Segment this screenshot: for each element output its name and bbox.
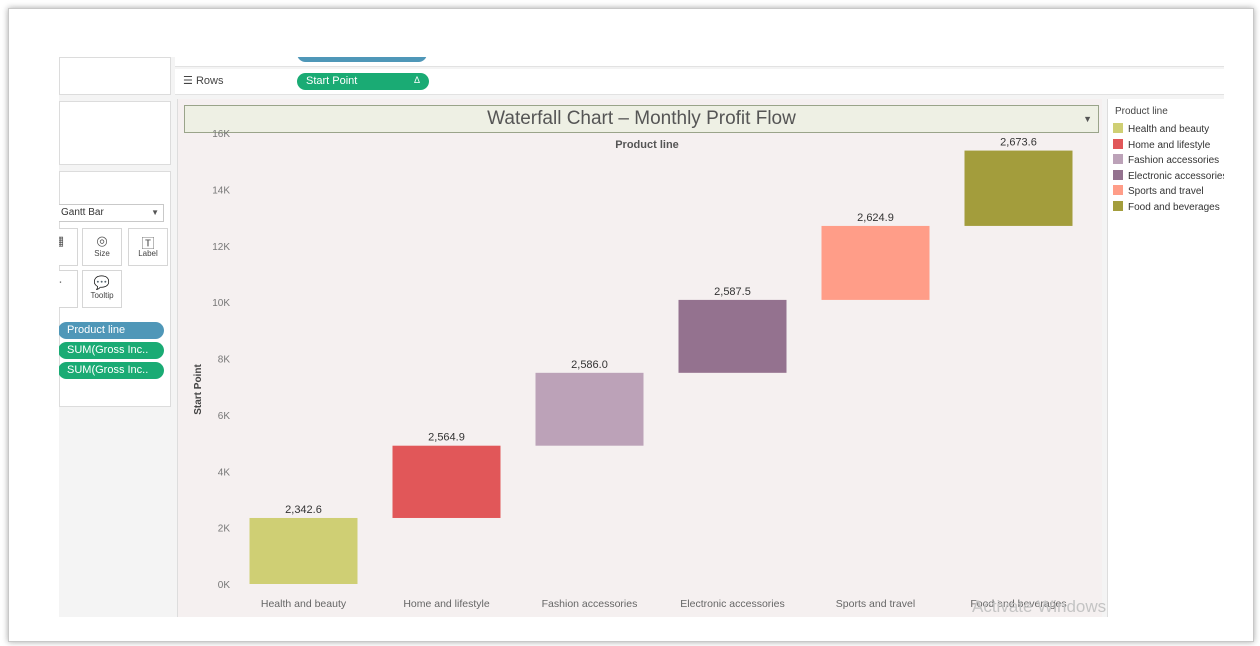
- y-tick-label: 14K: [212, 185, 230, 196]
- bar-value-label: 2,587.5: [714, 286, 751, 298]
- delta-icon: Δ: [413, 75, 420, 85]
- label-button[interactable]: 🅃 Label: [128, 228, 168, 266]
- legend-swatch: [1113, 169, 1123, 180]
- bar-value-label: 2,564.9: [428, 432, 465, 444]
- bar-value-label: 2,624.9: [857, 212, 894, 224]
- columns-shelf[interactable]: [175, 57, 1224, 67]
- legend-item[interactable]: Health and beauty: [1113, 123, 1209, 137]
- y-tick-label: 2K: [218, 524, 231, 535]
- legend-title: Product line: [1115, 106, 1168, 117]
- filters-panel: [59, 101, 171, 165]
- color-button[interactable]: ▦: [59, 228, 78, 266]
- mark-type-value: Gantt Bar: [61, 207, 104, 218]
- y-tick-label: 10K: [212, 298, 230, 309]
- y-tick-label: 8K: [218, 355, 231, 366]
- marks-pill-gross-income-1[interactable]: SUM(Gross Inc..: [59, 342, 164, 359]
- screenshot-frame: Gantt Bar ▼ ▦ ◎ Size 🅃 Label ⁘ 💬 Tooltip: [8, 8, 1254, 642]
- legend-swatch: [1113, 185, 1123, 195]
- legend-item-label: Health and beauty: [1128, 124, 1210, 135]
- label-label: Label: [138, 249, 158, 258]
- legend-item[interactable]: Home and lifestyle: [1113, 138, 1211, 153]
- column-header: Product line: [615, 139, 679, 151]
- color-icon: ▦: [59, 233, 77, 249]
- legend-swatch: [1113, 123, 1123, 133]
- rows-shelf-label: ☰ Rows: [183, 75, 224, 87]
- label-icon: 🅃: [141, 236, 155, 251]
- chevron-down-icon: ▼: [151, 208, 159, 217]
- tooltip-label: Tooltip: [90, 291, 114, 300]
- legend-item-label: Fashion accessories: [1128, 155, 1220, 166]
- y-tick-label: 16K: [212, 129, 230, 140]
- waterfall-bar: [535, 372, 644, 446]
- color-legend: Product line Health and beauty Home and l…: [1107, 99, 1224, 617]
- waterfall-bar: [392, 445, 501, 518]
- x-category-label: Fashion accessories: [542, 598, 638, 610]
- legend-item[interactable]: Food and beverages: [1113, 200, 1220, 215]
- bar-value-label: 2,586.0: [571, 359, 608, 371]
- marks-panel: Gantt Bar ▼ ▦ ◎ Size 🅃 Label ⁘ 💬 Tooltip: [59, 171, 171, 407]
- y-axis-label: Start Point: [193, 364, 204, 415]
- activate-windows-watermark: Activate Windows: [972, 597, 1107, 616]
- marks-pill-gross-income-2[interactable]: SUM(Gross Inc..: [59, 362, 164, 379]
- x-category-label: Home and lifestyle: [403, 598, 490, 610]
- waterfall-bar: [964, 150, 1073, 226]
- marks-pill-product-line[interactable]: Product line: [59, 322, 164, 339]
- waterfall-bar: [249, 517, 358, 584]
- y-tick-label: 0K: [218, 580, 231, 591]
- mark-type-dropdown[interactable]: Gantt Bar ▼: [59, 204, 164, 222]
- y-tick-label: 4K: [218, 467, 231, 478]
- y-tick-label: 12K: [212, 242, 230, 253]
- size-label: Size: [94, 249, 110, 258]
- tooltip-icon: 💬: [93, 275, 111, 290]
- rows-pill-start-point[interactable]: Start Point Δ: [297, 73, 429, 90]
- legend-item-label: Electronic accessories: [1128, 170, 1224, 182]
- waterfall-bar: [821, 225, 930, 300]
- rows-shelf[interactable]: ☰ Rows Start Point Δ: [175, 69, 1224, 95]
- x-category-label: Health and beauty: [261, 598, 347, 610]
- waterfall-bar: [678, 299, 787, 373]
- chart-view[interactable]: Waterfall Chart – Monthly Profit Flow ▼ …: [177, 99, 1102, 617]
- columns-pill[interactable]: [297, 57, 427, 62]
- legend-item-label: Food and beverages: [1128, 201, 1220, 213]
- waterfall-chart-svg: Product line Start Point 0K 2K 4K 6K 8K 10K 12K 1…: [193, 129, 1073, 610]
- legend-item-label: Sports and travel: [1128, 186, 1204, 197]
- tooltip-button[interactable]: 💬 Tooltip: [82, 270, 122, 308]
- legend-item[interactable]: Fashion accessories: [1113, 154, 1219, 168]
- legend-item[interactable]: Electronic accessories: [1113, 169, 1224, 184]
- pages-panel: [59, 57, 171, 95]
- detail-button[interactable]: ⁘: [59, 270, 78, 308]
- bar-value-label: 2,673.6: [1000, 137, 1037, 149]
- size-button[interactable]: ◎ Size: [82, 228, 122, 266]
- tableau-workspace: Gantt Bar ▼ ▦ ◎ Size 🅃 Label ⁘ 💬 Tooltip: [59, 57, 1224, 617]
- x-category-label: Sports and travel: [836, 598, 915, 610]
- size-icon: ◎: [96, 233, 108, 248]
- legend-item[interactable]: Sports and travel: [1113, 185, 1204, 199]
- legend-item-label: Home and lifestyle: [1128, 139, 1211, 151]
- detail-icon: ⁘: [59, 275, 77, 291]
- y-tick-label: 6K: [218, 411, 231, 422]
- legend-swatch: [1113, 154, 1123, 164]
- x-category-label: Electronic accessories: [680, 598, 784, 610]
- legend-swatch: [1113, 200, 1123, 211]
- rows-icon: ☰: [183, 75, 193, 87]
- legend-swatch: [1113, 138, 1123, 149]
- bar-value-label: 2,342.6: [285, 504, 322, 516]
